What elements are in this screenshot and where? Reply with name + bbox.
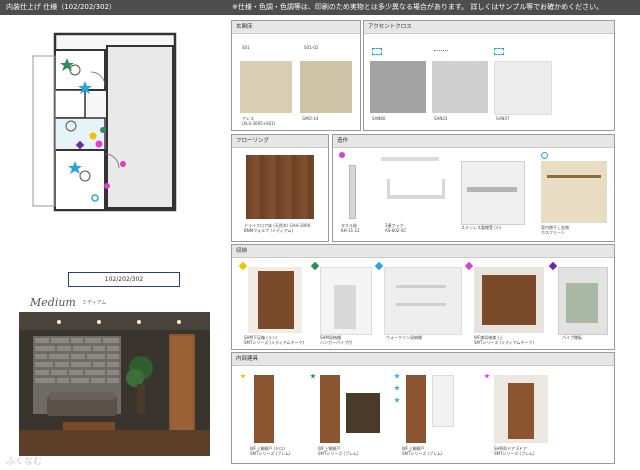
plan-label-box: 102/202/302 xyxy=(68,272,180,287)
door-marker-2 xyxy=(310,373,316,379)
medium-subtitle: ミディアム xyxy=(82,300,107,306)
accessory-caption-2: 3連フック AS-602-SC xyxy=(385,223,407,233)
drying-rack-rod xyxy=(547,175,601,178)
accessory-caption-1: タオル掛 KH-31-12 xyxy=(341,223,360,233)
walk-in-shelf-board-1 xyxy=(396,285,446,288)
genkan-swatch-2 xyxy=(300,61,352,113)
accent-swatch-1 xyxy=(370,61,426,113)
panel-flooring: フローリング ドライフロア床 (天然木) GAH-3006 BNMフォルフ (ミ… xyxy=(231,134,329,242)
storage-marker-5 xyxy=(548,261,558,271)
storage-marker-2 xyxy=(310,261,320,271)
door-marker-1 xyxy=(240,373,246,379)
accent-caption-1: SAN60 xyxy=(372,116,386,121)
door-caption-4: SHM両ドア 3ドア SMTシリーズ (ブレム) xyxy=(494,446,535,456)
flooring-swatch xyxy=(246,155,314,219)
panel-doors-title: 内部建具 xyxy=(232,353,614,366)
shelf-bracket-bar xyxy=(467,187,517,192)
panel-storage: 収納 SHM下足箱 (ラン) SMTシリーズ (ミディアムチーク) SHM収納棚… xyxy=(231,244,615,350)
header-bar: 内装仕上げ 仕様（102/202/302） ※仕様・色調・色調等は、印刷のため実… xyxy=(0,0,640,15)
storage-marker-1 xyxy=(238,261,248,271)
hook-image xyxy=(387,179,445,199)
storage-shelf-inner xyxy=(334,285,356,329)
door-marker-4 xyxy=(484,373,490,379)
towel-bar-image xyxy=(349,165,356,219)
door-image-3 xyxy=(406,375,426,443)
storage-caption-2: SHM収納棚 ハンガーパイプ付 xyxy=(320,335,352,345)
panel-accent-cloth: アクセントクロス SAN60 SAN23 SAN47 xyxy=(363,20,615,131)
door-caption-2: WF上質開戸 SMTシリーズ (ブレム) xyxy=(318,446,359,456)
storage-marker-4 xyxy=(464,261,474,271)
company-logo: ふくなむ xyxy=(6,457,43,467)
accent-marker-3 xyxy=(494,48,504,55)
genkan-col-label-2: S01-02 xyxy=(304,45,319,50)
drying-rack-image xyxy=(541,161,607,223)
header-title: 内装仕上げ 仕様（102/202/302） xyxy=(6,3,117,11)
door-caption-1: WF上質開戸 (ドロ) SMTシリーズ (ブレム) xyxy=(250,446,291,456)
door-marker-3b xyxy=(394,385,400,391)
panel-genkan-title: 玄関床 xyxy=(232,21,360,34)
door-marker-3a xyxy=(394,373,400,379)
interior-photo-illustration xyxy=(19,312,210,456)
storage-caption-1: SHM下足箱 (ラン) SMTシリーズ (ミディアムチーク) xyxy=(244,335,305,345)
door-image-2-detail xyxy=(346,393,380,433)
accent-marker-1 xyxy=(372,48,382,55)
door-image-4-panel xyxy=(508,383,534,439)
panel-accent-title: アクセントクロス xyxy=(364,21,614,34)
accessory-caption-3: ステンレス製棚受 (小) xyxy=(461,225,502,230)
panel-interior-doors: 内部建具 WF上質開戸 (ドロ) SMTシリーズ (ブレム) WF上質開戸 SM… xyxy=(231,352,615,464)
door-marker-3c xyxy=(394,397,400,403)
flooring-caption: ドライフロア床 (天然木) GAH-3006 BNMフォルフ (ミディアム) xyxy=(244,223,311,233)
floor-plan xyxy=(15,26,185,216)
storage-caption-5: パイプ棚板 xyxy=(562,335,582,340)
accent-caption-3: SAN47 xyxy=(496,116,510,121)
accessory-marker-1 xyxy=(339,152,345,158)
door-image-1 xyxy=(254,375,274,443)
door-image-2 xyxy=(320,375,340,443)
header-notice: ※仕様・色調・色調等は、印刷のため実物とは多少異なる場合があります。 詳しくはサ… xyxy=(232,3,604,11)
genkan-swatch-1 xyxy=(240,61,292,113)
pipe-shelf-contents xyxy=(566,283,598,323)
walk-in-shelf-board-2 xyxy=(396,303,446,306)
accent-swatch-3 xyxy=(494,61,552,115)
shelf-bracket-image xyxy=(461,161,525,225)
genkan-caption-2: GMO-14 xyxy=(302,116,319,121)
hook-rail-image xyxy=(381,157,439,161)
panel-storage-title: 収納 xyxy=(232,245,614,258)
panel-accessories: 造作 タオル掛 KH-31-12 3連フック AS-602-SC ステンレス製棚… xyxy=(332,134,615,242)
door-caption-3: WF上質開戸 SMTシリーズ (ブレム) xyxy=(402,446,443,456)
panel-accessories-title: 造作 xyxy=(333,135,614,148)
panel-genkan-floor: 玄関床 S01 S01-02 アレス (ALS-3005+S01) GMO-14 xyxy=(231,20,361,131)
plan-label: 102/202/302 xyxy=(104,276,144,283)
storage-caption-4: WF扉収納扉 (上 SMTシリーズ (ミディアムチーク) xyxy=(474,335,535,345)
accent-swatch-2 xyxy=(432,61,488,113)
accent-caption-2: SAN23 xyxy=(434,116,448,121)
interior-photo xyxy=(19,312,210,456)
accent-marker-2 xyxy=(434,50,448,53)
floor-plan-drawing xyxy=(32,32,177,212)
door-image-3-detail xyxy=(432,375,454,427)
genkan-col-label-1: S01 xyxy=(242,45,250,50)
wf-storage-door xyxy=(482,275,536,325)
storage-caption-3: ウォークイン収納棚 xyxy=(386,335,422,340)
storage-marker-3 xyxy=(374,261,384,271)
medium-title-text: Medium xyxy=(30,296,76,309)
accessory-marker-4 xyxy=(541,152,548,159)
panel-flooring-title: フローリング xyxy=(232,135,328,148)
walk-in-shelf-image xyxy=(384,267,462,335)
shoe-cabinet-body xyxy=(258,271,294,329)
accessory-caption-4: 室内物干し金物 ホスクリーン xyxy=(541,225,569,235)
genkan-caption-1: アレス (ALS-3005+S01) xyxy=(242,116,276,126)
medium-title: Medium xyxy=(30,296,76,309)
